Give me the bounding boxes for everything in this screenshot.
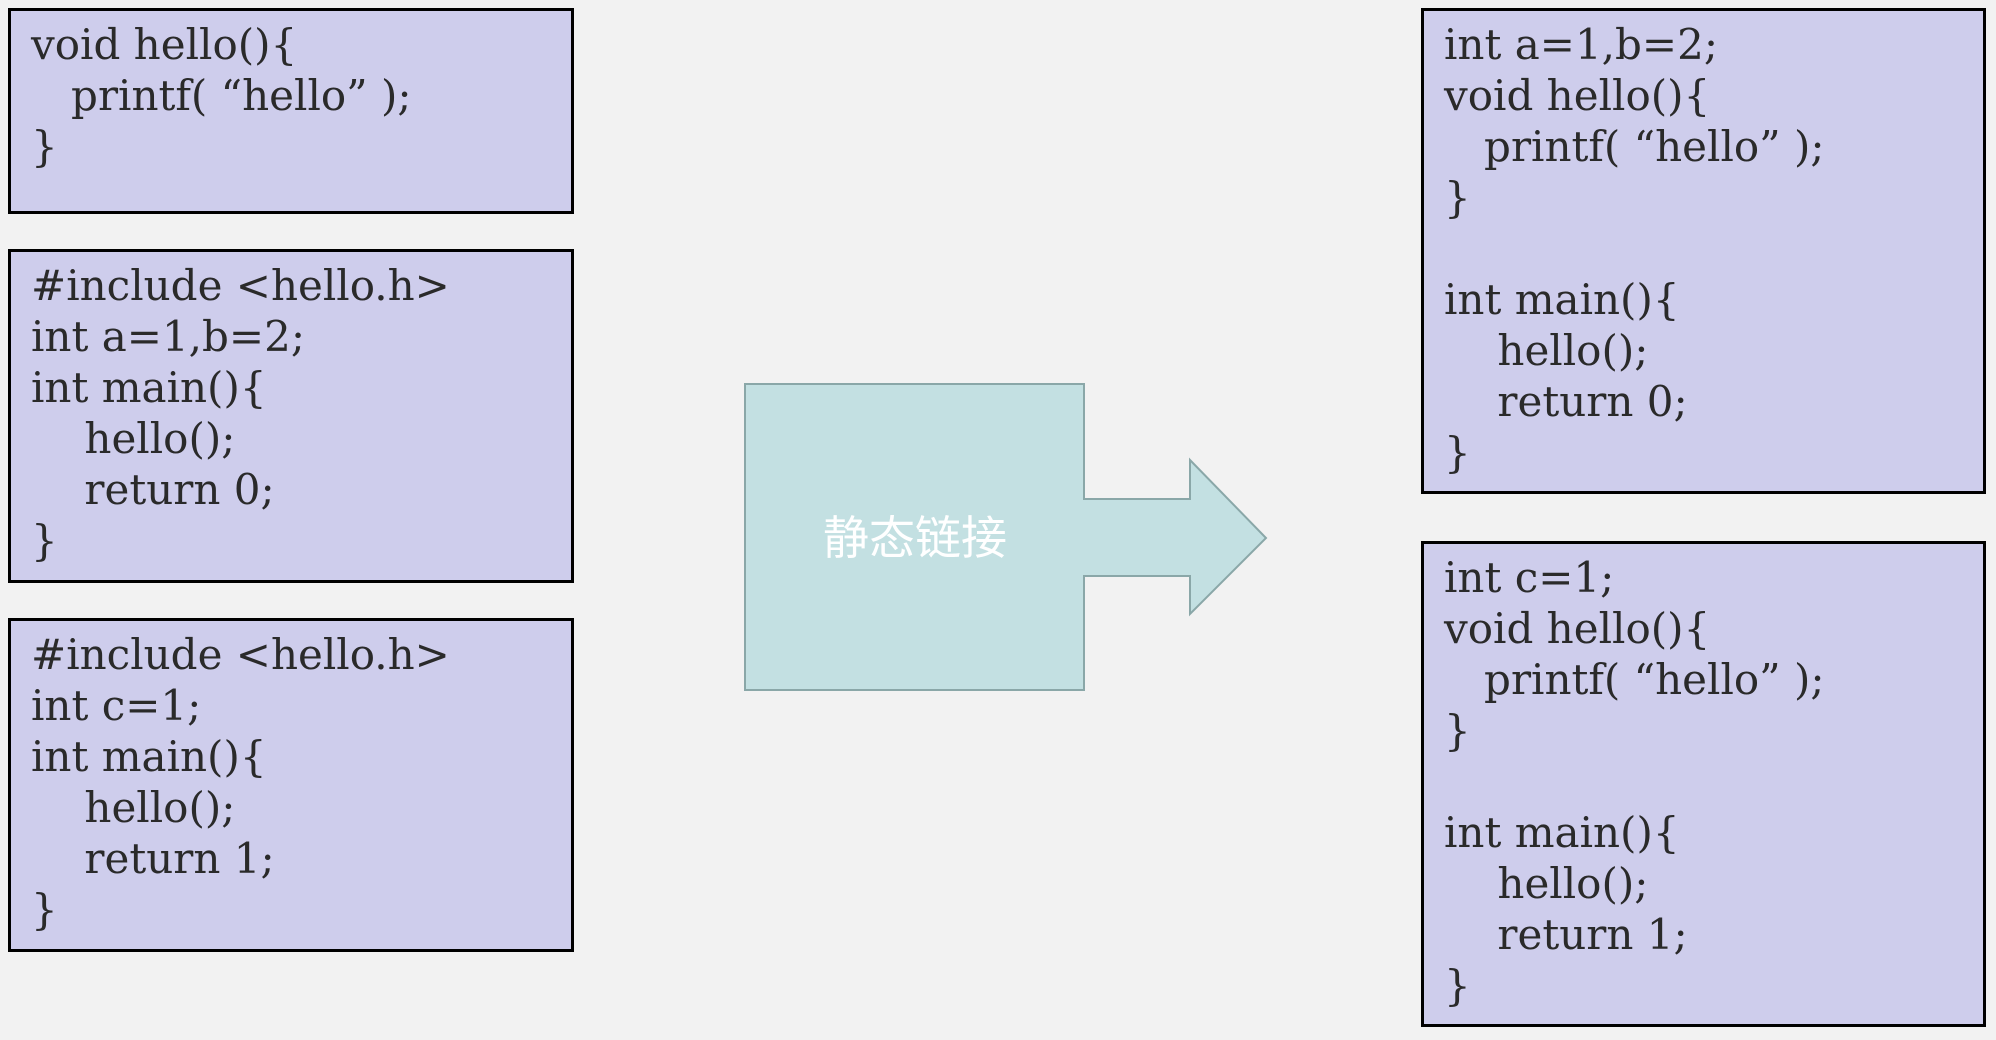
linked-output-a: int a=1,b=2; void hello(){ printf( “hell… xyxy=(1421,8,1986,494)
code-line: int main(){ xyxy=(1444,275,1680,324)
code-line: hello(); xyxy=(1444,859,1649,908)
code-line: int c=1; xyxy=(1444,553,1615,602)
code-line: hello(); xyxy=(1444,326,1649,375)
code-line: int main(){ xyxy=(1444,808,1680,857)
code-line: printf( “hello” ); xyxy=(1444,122,1825,171)
code-line: return 1; xyxy=(1444,910,1688,959)
code-line: } xyxy=(1444,173,1471,222)
diagram-canvas: void hello(){ printf( “hello” ); } #incl… xyxy=(0,0,1996,1040)
linked-output-b: int c=1; void hello(){ printf( “hello” )… xyxy=(1421,541,1986,1027)
code-line: return 0; xyxy=(1444,377,1688,426)
code-line: } xyxy=(1444,961,1471,1010)
static-link-label: 静态链接 xyxy=(823,511,1007,565)
code-line: void hello(){ xyxy=(1444,71,1711,120)
code-line: void hello(){ xyxy=(1444,604,1711,653)
code-line: int a=1,b=2; xyxy=(1444,20,1718,69)
code-line: printf( “hello” ); xyxy=(1444,655,1825,704)
code-line: } xyxy=(1444,428,1471,477)
code-line: } xyxy=(1444,706,1471,755)
